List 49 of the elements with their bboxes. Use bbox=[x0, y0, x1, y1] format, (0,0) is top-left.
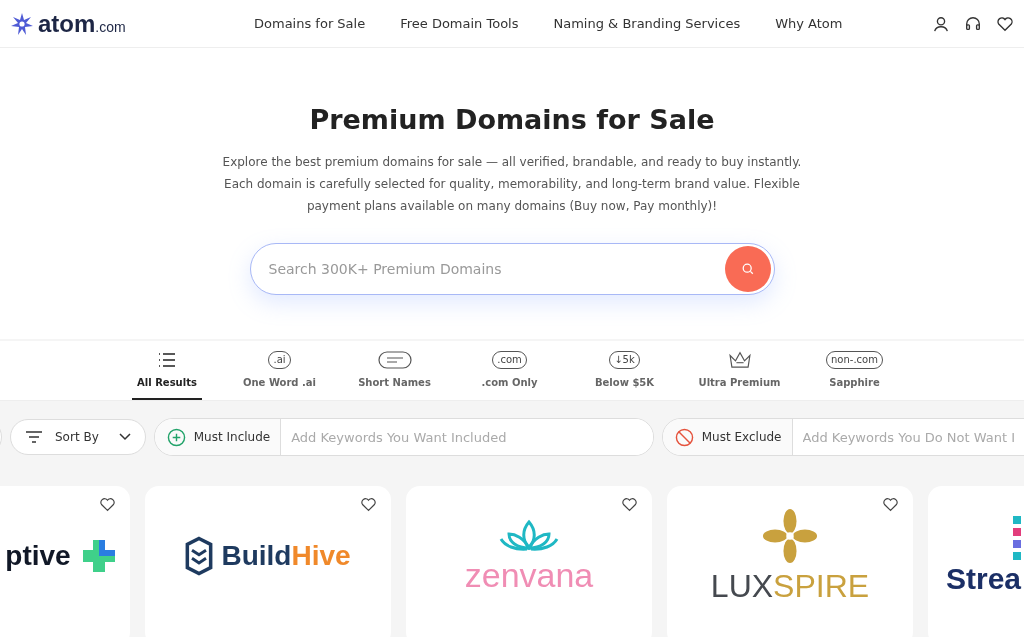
chevron-down-icon bbox=[118, 433, 131, 441]
nav-link[interactable]: Domains for Sale bbox=[254, 16, 366, 31]
site-logo[interactable]: atom.com bbox=[38, 9, 126, 38]
bars-logo-icon bbox=[1013, 516, 1022, 560]
sort-icon bbox=[25, 431, 43, 443]
domain-card[interactable]: ptive bbox=[0, 486, 130, 637]
lines-pill-icon bbox=[377, 351, 412, 369]
category-tab[interactable]: .com .com Only bbox=[452, 341, 567, 400]
heart-icon[interactable] bbox=[621, 496, 638, 513]
logo-wordmark: BuildHive bbox=[221, 540, 351, 572]
list-icon bbox=[157, 351, 177, 369]
plus-circle-icon bbox=[166, 427, 186, 447]
domain-card[interactable]: BuildHive bbox=[145, 486, 391, 637]
search-button[interactable] bbox=[724, 246, 771, 292]
heart-icon[interactable] bbox=[360, 496, 377, 513]
logo-wordmark: LUXSPIRE bbox=[710, 567, 870, 605]
heart-icon[interactable] bbox=[99, 496, 116, 513]
logo-wordmark: Strea bbox=[946, 562, 1022, 596]
category-tab[interactable]: Short Names bbox=[337, 341, 452, 400]
search-field[interactable]: Search 300K+ Premium Domains bbox=[249, 243, 775, 295]
must-include-label: Must Include bbox=[154, 419, 282, 455]
sort-dropdown[interactable]: Sort By bbox=[10, 419, 146, 455]
category-tab[interactable]: All Results bbox=[132, 341, 202, 400]
nav-link[interactable]: Naming & Branding Services bbox=[553, 16, 741, 31]
flower-logo-icon bbox=[762, 507, 818, 564]
include-keywords-filter[interactable]: Must Include Add Keywords You Want Included bbox=[153, 418, 654, 456]
category-tab[interactable]: .ai One Word .ai bbox=[222, 341, 337, 400]
prohibited-icon bbox=[674, 427, 694, 447]
category-tab[interactable]: non-.com Sapphire bbox=[797, 341, 912, 400]
user-icon[interactable] bbox=[932, 14, 950, 33]
heart-icon[interactable] bbox=[882, 496, 899, 513]
nav-link[interactable]: Why Atom bbox=[775, 16, 843, 31]
headset-icon[interactable] bbox=[964, 14, 982, 33]
lotus-logo-icon bbox=[498, 517, 560, 552]
nav-link[interactable]: Free Domain Tools bbox=[400, 16, 519, 31]
logo-wordmark: ptive bbox=[5, 540, 71, 572]
hexagon-logo-icon bbox=[185, 536, 214, 576]
exclude-keywords-filter[interactable]: Must Exclude Add Keywords You Do Not Want I bbox=[661, 418, 1024, 456]
domain-card[interactable]: Strea bbox=[928, 486, 1024, 637]
page-title: Premium Domains for Sale bbox=[309, 104, 715, 135]
must-exclude-label: Must Exclude bbox=[662, 419, 793, 455]
crown-icon bbox=[726, 351, 753, 369]
category-tab[interactable]: Ultra Premium bbox=[682, 341, 797, 400]
search-input[interactable]: Search 300K+ Premium Domains bbox=[266, 260, 725, 278]
logo-wordmark: zenvana bbox=[464, 555, 594, 595]
domain-card[interactable]: LUXSPIRE bbox=[667, 486, 913, 637]
category-tab[interactable]: ↓5k Below $5K bbox=[567, 341, 682, 400]
hero-description: Explore the best premium domains for sale — all verified, brandable, and ready to buy instantly. Each domain is carefully selected for quality, memorability, and long-term brand value. Flexible payment plans available on many domains (Buy now, Pay monthly)! bbox=[221, 154, 803, 215]
heart-icon[interactable] bbox=[996, 14, 1014, 33]
